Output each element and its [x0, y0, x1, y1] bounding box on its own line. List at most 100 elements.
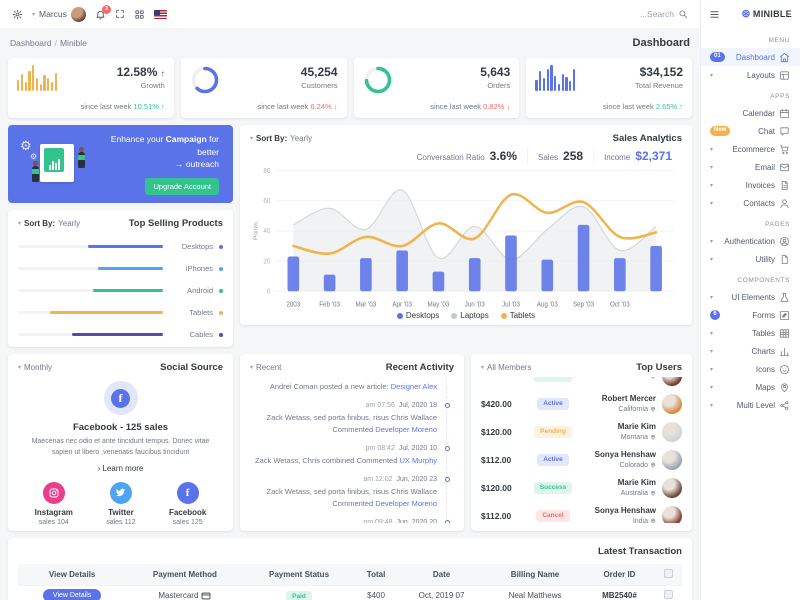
view-details-button[interactable]: View Details [42, 589, 102, 600]
sidebar-item-icons[interactable]: ▾ Icons [701, 360, 800, 378]
network-sales: sales 112 [106, 518, 136, 526]
product-label: Tablets [189, 308, 213, 317]
sidebar-item-ui-elements[interactable]: ▾ UI Elements [701, 288, 800, 306]
sparkline-bar-chart [535, 65, 576, 91]
column-header: Payment Status [243, 564, 355, 586]
top-user-row: Success Texas [481, 377, 682, 390]
sidebar-item-utility[interactable]: ▾ Utility [701, 250, 800, 268]
activity-sort-dropdown[interactable]: ▾ Recent [250, 363, 281, 372]
notifications-button[interactable]: 3 [95, 4, 111, 20]
sidebar-item-label: Multi Level [736, 400, 775, 410]
sidebar-item-contacts[interactable]: ▾ Contacts [701, 194, 800, 212]
language-flag-icon[interactable] [153, 9, 167, 19]
sidebar-item-maps[interactable]: ▾ Maps [701, 378, 800, 396]
fullscreen-icon[interactable] [115, 9, 125, 19]
stat-delta: since last week 6.24% ↓ [257, 102, 338, 111]
sidebar-item-chat[interactable]: New Chat [701, 122, 800, 140]
chevron-down-icon: ▾ [710, 384, 714, 391]
sidebar-item-email[interactable]: ▾ Email [701, 158, 800, 176]
select-all-checkbox[interactable] [663, 569, 673, 578]
instagram-icon[interactable] [42, 481, 65, 504]
members-sort-dropdown[interactable]: ▾ All Members [481, 363, 531, 372]
product-dot [219, 266, 223, 271]
products-sort-dropdown[interactable]: ▾ Sort By: Yearly [18, 219, 80, 228]
product-dot [219, 288, 223, 293]
sidebar-item-invoices[interactable]: ▾ Invoices [701, 176, 800, 194]
apps-grid-icon[interactable] [134, 9, 145, 20]
user-menu[interactable]: ▾ Marcus [32, 6, 86, 22]
network-name: Instagram [34, 507, 73, 517]
sidebar-item-ecommerce[interactable]: ▾ Ecommerce [701, 140, 800, 158]
settings-gear-icon[interactable] [12, 9, 23, 20]
sidebar-item-dashboard[interactable]: 01 Dashboard [701, 48, 800, 66]
timeline-dot [445, 477, 450, 482]
sales-analytics-chart: 0 20 40 60 80 Points 2003 Feb '03 Mar '03 Apr '03… [250, 164, 682, 311]
activity-link[interactable]: UX Murphy [399, 456, 437, 465]
radial-chart [363, 65, 393, 95]
sidebar-item-multi-level[interactable]: ▾ Multi Level [701, 396, 800, 414]
second-row: ⚙ ⚙ Enhance your Campaign for better → o… [8, 125, 692, 347]
sidebar-item-calendar[interactable]: Calendar [701, 104, 800, 122]
date: Oct, 2019 07 [397, 585, 486, 600]
activity-link[interactable]: Designer Alex [391, 382, 437, 391]
share-icon [779, 400, 790, 411]
stat-label: Orders [487, 81, 511, 90]
network-name: Facebook [168, 507, 207, 517]
sidebar-item-layouts[interactable]: ▾ Layouts [701, 66, 800, 84]
sidebar-item-authentication[interactable]: ▾ Authentication [701, 232, 800, 250]
social-network-instagram: Instagram sales 104 [34, 481, 73, 526]
user-amount: $420.00 [481, 399, 512, 409]
select-all-header [654, 564, 682, 586]
chevron-down-icon: ▾ [710, 256, 714, 263]
network-sales: sales 125 [172, 518, 203, 526]
card-title: Recent Activity [385, 362, 454, 373]
file-icon [779, 254, 790, 265]
legend-item-desktops[interactable]: Desktops [396, 311, 439, 320]
logo[interactable]: ⊛ MINIBLE [741, 8, 792, 20]
campaign-illustration: ⚙ ⚙ [18, 134, 98, 194]
activity-link[interactable]: Developer Moreno [375, 499, 437, 508]
product-label: Desktops [181, 242, 213, 251]
legend-item-tablets[interactable]: Tablets [500, 311, 535, 320]
stat-delta: since last week 0.82% ↓ [430, 102, 511, 111]
chevron-down-icon: ▾ [710, 330, 714, 337]
facebook-icon[interactable]: f [176, 481, 199, 504]
twitter-icon[interactable] [109, 481, 132, 504]
svg-text:Feb '03: Feb '03 [319, 301, 340, 308]
user-name: Marcus [39, 9, 67, 19]
chevron-down-icon: ▾ [710, 200, 714, 207]
product-label: Android [187, 286, 213, 295]
product-label: Cables [189, 330, 213, 339]
chevron-down-icon: ▾ [32, 11, 36, 18]
sidebar-item-tables[interactable]: ▾ Tables [701, 324, 800, 342]
social-sort-dropdown[interactable]: ▾ Monthly [18, 363, 52, 372]
sidebar-toggle-icon[interactable] [709, 9, 720, 20]
sidebar-item-forms[interactable]: 6 Forms [701, 306, 800, 324]
learn-more-link[interactable]: › Learn more [98, 464, 144, 473]
card-title: Top Selling Products [128, 218, 223, 229]
analytics-sort-dropdown[interactable]: ▾ Sort By: Yearly [250, 134, 312, 143]
chevron-down-icon: ▾ [710, 294, 714, 301]
search-input[interactable]: ...Search [640, 9, 688, 19]
row-checkbox[interactable] [663, 590, 673, 599]
network-name: Twitter [108, 507, 134, 517]
chevron-down-icon: ▾ [18, 365, 22, 371]
chevron-down-icon: ▾ [710, 402, 714, 409]
campaign-banner: ⚙ ⚙ Enhance your Campaign for better → o… [8, 125, 233, 203]
top-user-row: $420.00 Active Robert Mercer California [481, 390, 682, 418]
activity-item: pm 08:42 Jul, 2020 10 Zack Wetass, Chris c… [250, 445, 452, 476]
sidebar-item-label: UI Elements [731, 292, 775, 302]
sidebar-item-charts[interactable]: ▾ Charts [701, 342, 800, 360]
social-network-twitter: Twitter sales 112 [106, 481, 136, 526]
analytics-stat: Sales 258 [527, 149, 593, 163]
search-icon [678, 9, 688, 19]
notification-badge: 3 [101, 4, 111, 14]
user-name: Marie Kim [617, 478, 656, 488]
latest-transaction-card: Latest Transaction View Details Payment M… [8, 538, 692, 600]
breadcrumb-item[interactable]: Dashboard [10, 38, 52, 48]
upgrade-account-button[interactable]: Upgrade Account [145, 178, 219, 196]
svg-text:Sep '03: Sep '03 [573, 301, 594, 308]
legend-item-laptops[interactable]: Laptops [451, 311, 489, 320]
activity-link[interactable]: Developer Moreno [375, 425, 437, 434]
map-pin-icon [779, 382, 790, 393]
